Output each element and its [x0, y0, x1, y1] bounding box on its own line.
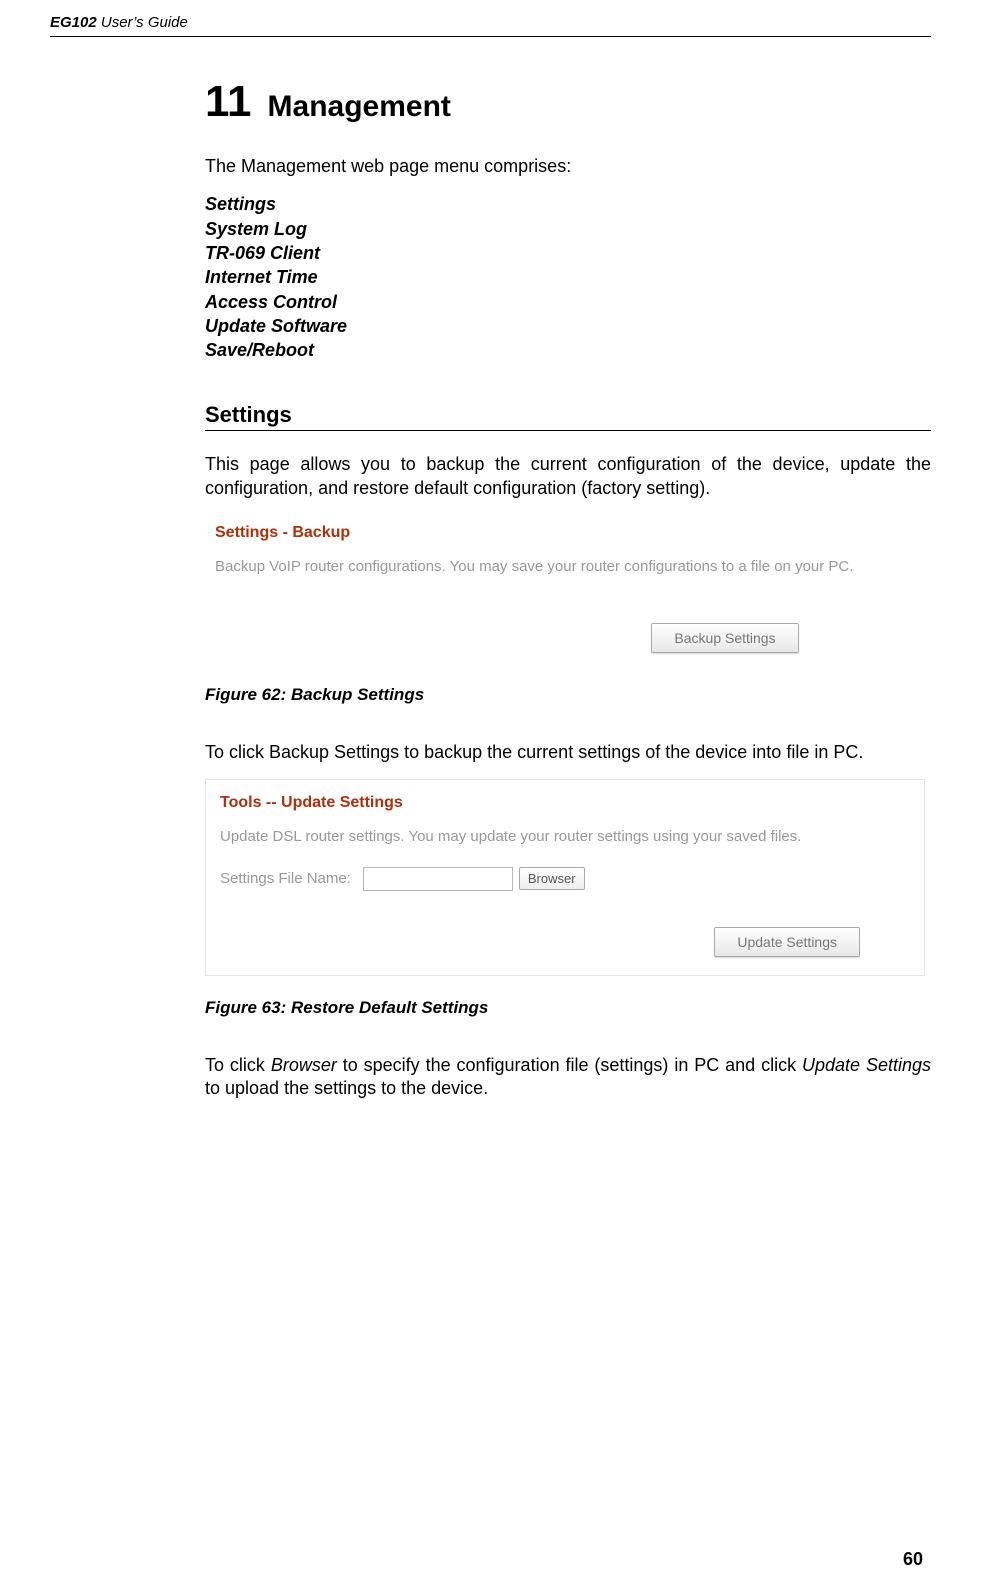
- settings-file-input[interactable]: [363, 867, 513, 891]
- backup-settings-button[interactable]: Backup Settings: [651, 623, 798, 653]
- chapter-number: 11: [205, 77, 252, 126]
- menu-item-tr069: TR-069 Client: [205, 241, 931, 265]
- section-heading-settings: Settings: [205, 402, 931, 431]
- t2: to specify the configuration file (setti…: [337, 1055, 802, 1075]
- backup-ss-title: Settings - Backup: [215, 524, 915, 542]
- update-ss-desc: Update DSL router settings. You may upda…: [220, 828, 910, 845]
- chapter-title: Management: [268, 90, 451, 123]
- menu-item-update-software: Update Software: [205, 314, 931, 338]
- menu-item-save-reboot: Save/Reboot: [205, 338, 931, 362]
- header-suffix: User’s Guide: [97, 14, 188, 31]
- menu-item-system-log: System Log: [205, 217, 931, 241]
- browser-italic: Browser: [271, 1055, 337, 1075]
- document-header: EG102 User’s Guide: [50, 14, 931, 36]
- menu-item-settings: Settings: [205, 192, 931, 216]
- after-fig62-text: To click Backup Settings to backup the c…: [205, 741, 931, 764]
- figure-62-caption: Figure 62: Backup Settings: [205, 685, 931, 705]
- update-settings-italic: Update Settings: [802, 1055, 931, 1075]
- t1: To click: [205, 1055, 271, 1075]
- backup-ss-desc: Backup VoIP router configurations. You m…: [215, 558, 915, 575]
- menu-item-access-control: Access Control: [205, 290, 931, 314]
- update-settings-button[interactable]: Update Settings: [714, 927, 860, 957]
- settings-file-label: Settings File Name:: [220, 870, 351, 887]
- page-number: 60: [903, 1549, 923, 1570]
- menu-item-internet-time: Internet Time: [205, 265, 931, 289]
- chapter-heading: 11 Management: [205, 77, 931, 127]
- t3: to upload the settings to the device.: [205, 1078, 488, 1098]
- intro-text: The Management web page menu comprises:: [205, 155, 931, 178]
- settings-paragraph: This page allows you to backup the curre…: [205, 453, 931, 500]
- after-fig63-text: To click Browser to specify the configur…: [205, 1054, 931, 1101]
- menu-list: Settings System Log TR-069 Client Intern…: [205, 192, 931, 362]
- browser-button[interactable]: Browser: [519, 867, 585, 890]
- header-bold: EG102: [50, 14, 97, 31]
- update-ss-title: Tools -- Update Settings: [220, 794, 910, 812]
- update-screenshot: Tools -- Update Settings Update DSL rout…: [205, 779, 925, 976]
- figure-63-caption: Figure 63: Restore Default Settings: [205, 998, 931, 1018]
- backup-screenshot: Settings - Backup Backup VoIP router con…: [205, 514, 925, 663]
